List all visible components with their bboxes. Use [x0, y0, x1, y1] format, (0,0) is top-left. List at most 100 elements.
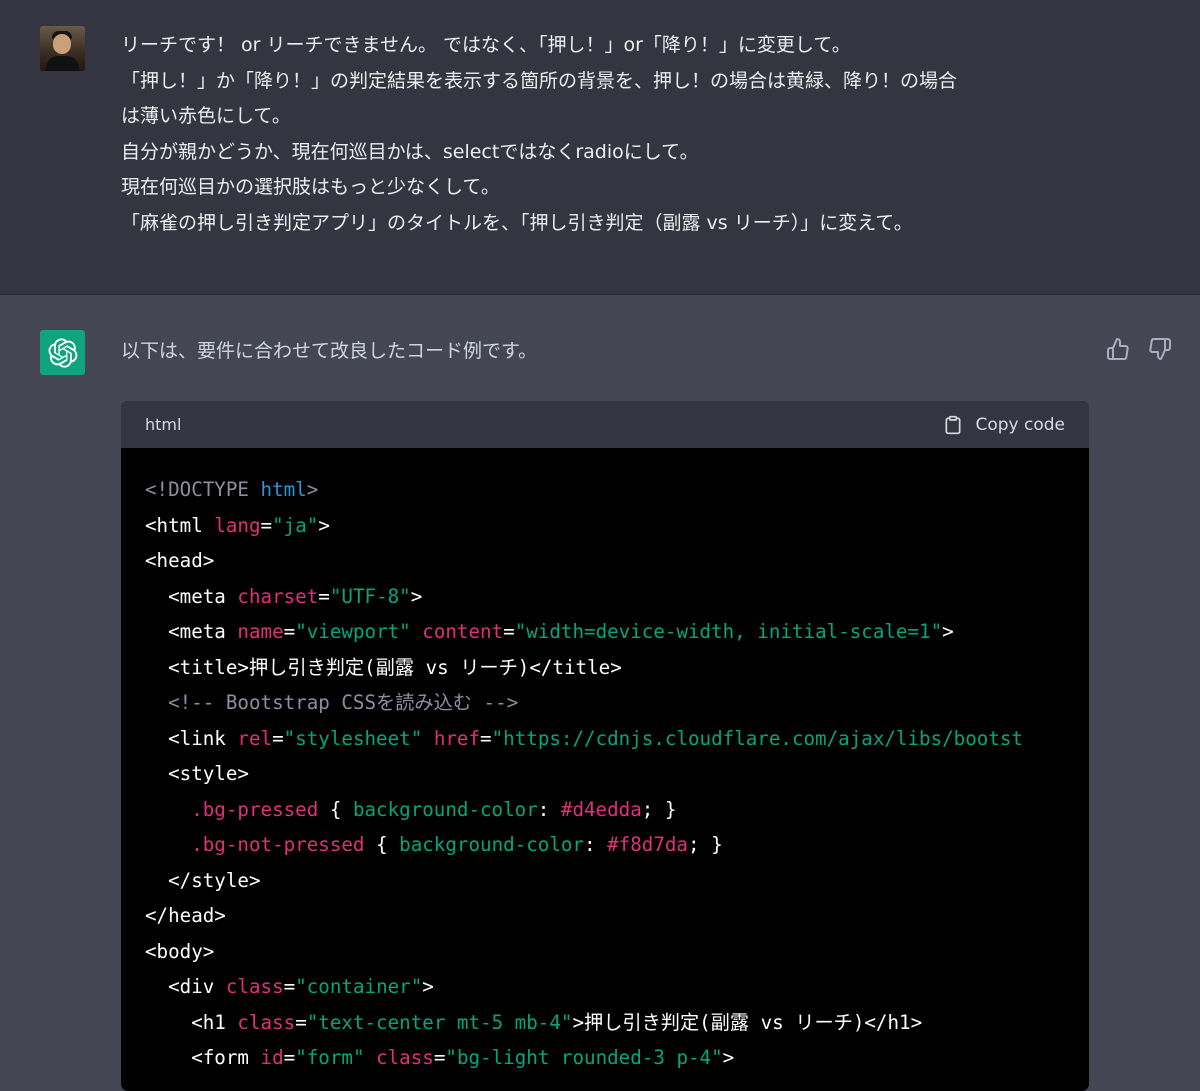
code-token: #f8d7da: [607, 833, 688, 856]
code-token: <!DOCTYPE: [145, 478, 261, 501]
code-token: href: [433, 726, 481, 750]
code-token: >: [410, 584, 423, 608]
code-token: "text-center mt-5 mb-4": [306, 1010, 573, 1034]
code-token: class: [225, 975, 284, 998]
code-token: ; }: [687, 833, 723, 856]
code-token: #d4edda: [560, 797, 642, 821]
code-line: <head>: [145, 543, 1089, 579]
code-token: =: [272, 726, 284, 750]
code-token: "ja": [272, 513, 319, 537]
code-token: html: [260, 478, 307, 501]
code-token: <head>: [145, 549, 215, 572]
code-token: <body>: [145, 939, 215, 963]
code-token: <!-- Bootstrap CSSを読み込む -->: [145, 691, 519, 714]
code-token: <link: [145, 726, 238, 750]
code-token: <div: [145, 975, 226, 998]
code-token: background-color: [352, 797, 538, 821]
code-token: <style>: [145, 762, 249, 785]
code-token: :: [537, 797, 561, 821]
code-token: {: [318, 797, 353, 821]
code-token: =: [260, 513, 273, 537]
code-line: <!DOCTYPE html>: [145, 472, 1089, 508]
code-token: >: [722, 1046, 735, 1069]
code-line: <style>: [145, 756, 1089, 792]
code-token: >: [422, 975, 434, 998]
code-token: <html: [145, 513, 215, 537]
code-token: "container": [295, 975, 423, 998]
code-line: <html lang="ja">: [145, 508, 1089, 544]
user-message-text: リーチです！ or リーチできません。 ではなく、「押し！」or「降り！」に変更…: [121, 28, 1121, 241]
code-token: </head>: [145, 904, 226, 927]
code-line: <meta charset="UTF-8">: [145, 579, 1089, 615]
code-token: lang: [214, 513, 261, 537]
code-token: <h1: [145, 1010, 238, 1034]
code-token: content: [422, 620, 504, 643]
user-message-line: リーチです！ or リーチできません。 ではなく、「押し！」or「降り！」に変更…: [121, 34, 851, 56]
code-language-label: html: [145, 415, 182, 434]
code-line: .bg-pressed { background-color: #d4edda;…: [145, 792, 1089, 828]
code-line: .bg-not-pressed { background-color: #f8d…: [145, 827, 1089, 863]
code-token: "stylesheet": [283, 726, 434, 750]
code-token: .bg-pressed: [145, 797, 319, 821]
code-token: "https://cdnjs.cloudflare.com/ajax/libs/…: [491, 726, 1023, 750]
code-block: html Copy code <!DOCTYPE html> <html lang…: [121, 401, 1089, 1091]
code-token: =: [318, 584, 330, 608]
code-token: :: [584, 833, 608, 856]
code-token: =: [283, 975, 296, 998]
code-line: <meta name="viewport" content="width=dev…: [145, 614, 1089, 650]
code-token: "width=device-width, initial-scale=1": [514, 620, 943, 643]
clipboard-icon: [945, 415, 961, 434]
code-token: >: [942, 620, 954, 643]
user-avatar: [40, 26, 85, 71]
code-token: charset: [237, 584, 319, 608]
code-token: </style>: [145, 868, 261, 892]
code-token: background-color: [399, 833, 584, 856]
code-line: <!-- Bootstrap CSSを読み込む -->: [145, 685, 1089, 721]
code-line: <body>: [145, 934, 1089, 970]
code-token: class: [376, 1046, 434, 1069]
code-token: class: [237, 1010, 296, 1034]
code-token: =: [283, 620, 296, 643]
code-token: "form": [295, 1046, 377, 1069]
code-line: <h1 class="text-center mt-5 mb-4">押し引き判定…: [145, 1005, 1089, 1041]
code-token: >: [318, 513, 330, 537]
user-message-line: 「押し！」か「降り！」の判定結果を表示する箇所の背景を、押し！の場合は黄緑、降り…: [121, 69, 958, 92]
code-token: "viewport": [295, 620, 423, 643]
code-token: rel: [237, 726, 273, 750]
code-token: <meta: [145, 584, 238, 608]
code-token: =: [433, 1046, 446, 1069]
code-token: =: [480, 726, 492, 750]
code-token: name: [237, 620, 284, 643]
code-token: >: [306, 478, 319, 501]
code-block-header: html Copy code: [121, 401, 1089, 448]
code-token: =: [295, 1010, 307, 1034]
code-token: "UTF-8": [329, 584, 411, 608]
user-message-line: は薄い赤色にして。: [121, 105, 291, 127]
thumbs-down-icon: [1149, 338, 1171, 360]
code-line: </head>: [145, 898, 1089, 934]
assistant-intro-text: 以下は、要件に合わせて改良したコード例です。: [121, 340, 538, 362]
copy-code-label: Copy code: [975, 414, 1065, 435]
code-line: <title>押し引き判定(副露 vs リーチ)</title>: [145, 650, 1089, 686]
copy-code-button[interactable]: Copy code: [943, 414, 1065, 436]
user-message-line: 現在何巡目かの選択肢はもっと少なくして。: [121, 176, 500, 198]
code-line: <link rel="stylesheet" href="https://cdn…: [145, 721, 1089, 757]
code-line: <div class="container">: [145, 969, 1089, 1005]
user-message-line: 自分が親かどうか、現在何巡目かは、selectではなくradioにして。: [121, 140, 699, 163]
code-token: >押し引き判定(副露 vs リーチ)</h1>: [572, 1010, 923, 1034]
code-token: ; }: [641, 797, 677, 821]
code-token: id: [260, 1046, 284, 1069]
user-message-line: 「麻雀の押し引き判定アプリ」のタイトルを、「押し引き判定（副露 vs リーチ）」…: [121, 211, 913, 234]
user-message: リーチです！ or リーチできません。 ではなく、「押し！」or「降り！」に変更…: [0, 0, 1200, 295]
thumbs-up-button[interactable]: [1104, 335, 1132, 363]
assistant-message: 以下は、要件に合わせて改良したコード例です。 html Copy code <!…: [0, 295, 1200, 1091]
thumbs-down-button[interactable]: [1146, 335, 1174, 363]
code-content: <!DOCTYPE html> <html lang="ja"> <head> <m…: [121, 448, 1089, 1076]
openai-logo-icon: [40, 330, 85, 375]
thumbs-up-icon: [1107, 338, 1129, 360]
code-token: <title>押し引き判定(副露 vs リーチ)</title>: [145, 655, 622, 679]
code-token: =: [283, 1046, 296, 1069]
code-token: =: [503, 620, 515, 643]
code-token: .bg-not-pressed: [145, 833, 365, 856]
code-line: </style>: [145, 863, 1089, 899]
